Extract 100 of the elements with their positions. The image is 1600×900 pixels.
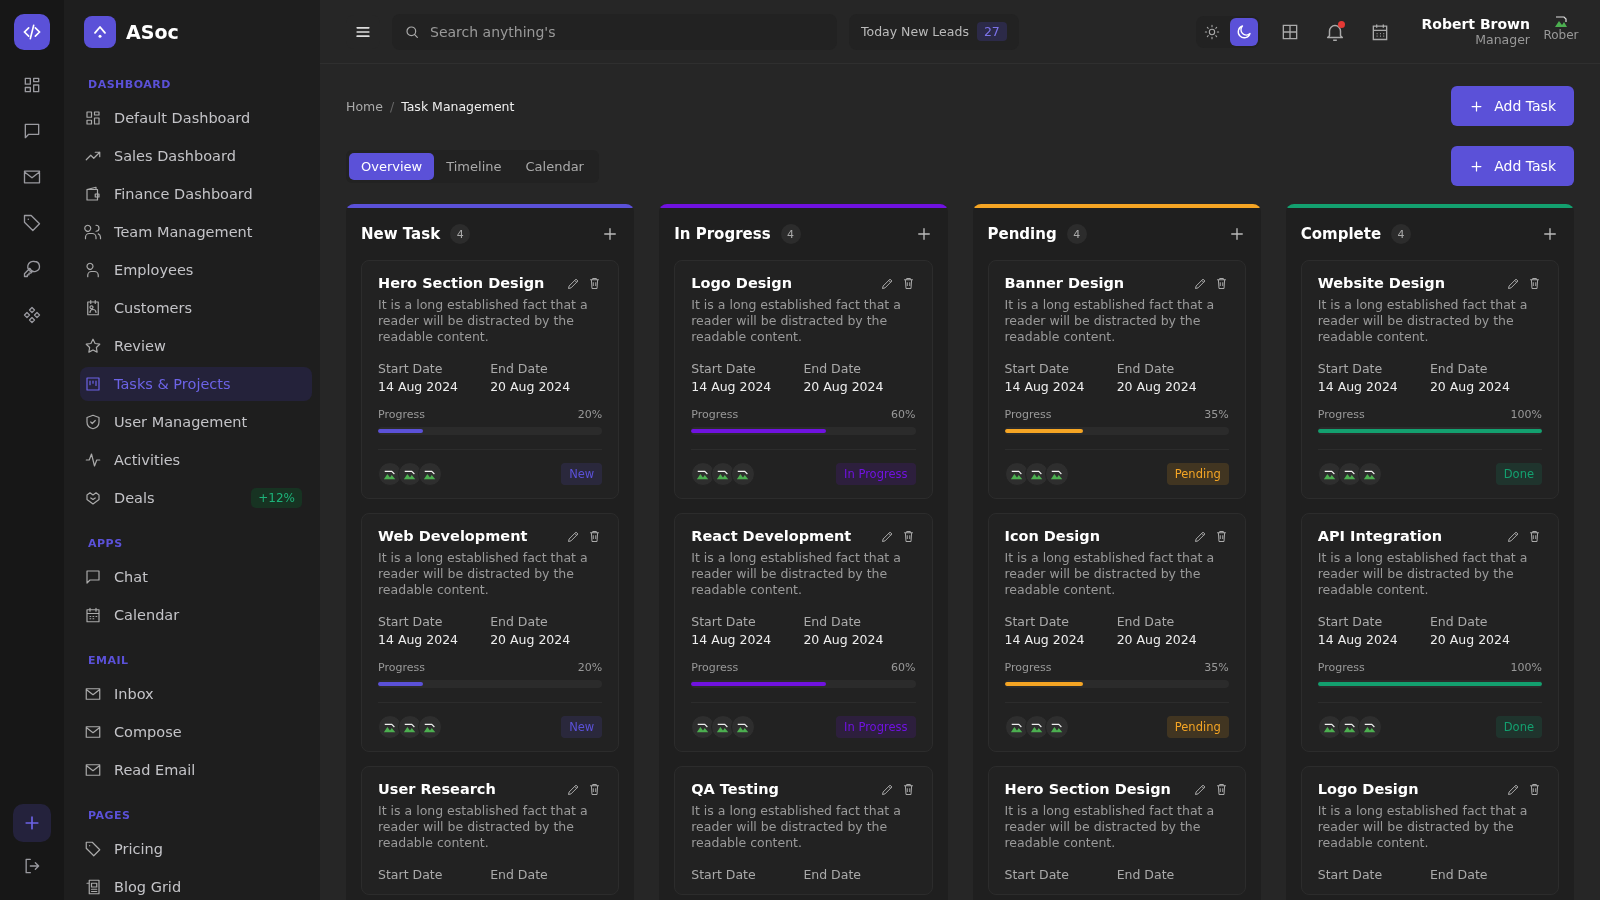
sidebar-item[interactable]: Calendar <box>80 598 312 632</box>
date-label: Start Date <box>1317 361 1384 376</box>
breadcrumb-link[interactable]: Home <box>346 98 383 114</box>
trash-icon[interactable] <box>1527 781 1542 797</box>
add-task-button[interactable]: Add Task <box>1451 86 1574 126</box>
date-label: Start Date <box>1317 614 1384 629</box>
deals-badge: +12% <box>251 488 302 508</box>
date-value: 14 Aug 2024 <box>378 632 460 647</box>
leads-label: Today New Leads <box>861 24 969 39</box>
sidebar-item[interactable]: Blog Grid <box>80 870 312 900</box>
search-field[interactable]: Search anything's <box>392 13 837 50</box>
column-title: Pending <box>987 225 1057 243</box>
user-role: Manager <box>1475 32 1530 48</box>
date-label: End Date <box>490 867 549 882</box>
sidebar-item[interactable]: Finance Dashboard <box>80 177 312 211</box>
wallet-icon <box>84 185 102 203</box>
tab[interactable]: Calendar <box>513 152 596 180</box>
progress-label: Progress <box>1004 408 1052 421</box>
mail-icon <box>84 685 102 703</box>
date-value: 20 Aug 2024 <box>490 379 572 394</box>
progress-percent: 35% <box>1204 661 1229 674</box>
shield-icon <box>84 413 102 431</box>
date-label: End Date <box>803 614 862 629</box>
task-title: Icon Design <box>1004 528 1101 544</box>
sidebar-item[interactable]: Sales Dashboard <box>80 139 312 173</box>
progress-label: Progress <box>378 661 425 674</box>
star-icon <box>84 337 102 355</box>
code-logo-icon[interactable] <box>14 14 50 50</box>
dashboard-icon[interactable] <box>22 75 42 95</box>
task-title: API Integration <box>1317 528 1444 544</box>
document-icon <box>84 878 102 896</box>
user-name: Robert Brown <box>1421 15 1530 33</box>
sidebar-item[interactable]: Compose <box>80 715 312 749</box>
date-label: End Date <box>1429 614 1489 629</box>
mail-icon <box>84 723 102 741</box>
date-label: Start Date <box>691 361 757 376</box>
task-description: It is a long established fact that a reader will be distracted by the readable content. <box>378 297 589 345</box>
date-value: 14 Aug 2024 <box>1004 632 1086 647</box>
section-title: PAGES <box>88 809 132 822</box>
status-badge: New <box>561 716 603 738</box>
progress-percent: 100% <box>1510 661 1542 674</box>
sidebar-item[interactable]: Read Email <box>80 753 312 787</box>
date-value: 14 Aug 2024 <box>691 379 773 394</box>
task-description: It is a long established fact that a reader will be distracted by the readable content. <box>1317 803 1529 851</box>
sidebar-item[interactable]: Pricing <box>80 832 312 866</box>
sidebar-item[interactable]: User Management <box>80 405 312 439</box>
date-value: 20 Aug 2024 <box>1116 632 1198 647</box>
tag-icon[interactable] <box>22 213 42 233</box>
users-icon <box>84 223 102 241</box>
date-label: Start Date <box>691 867 757 882</box>
avatar <box>418 715 442 739</box>
progress-percent: 20% <box>577 408 603 421</box>
brand-logo-icon <box>84 16 116 48</box>
chat-icon[interactable] <box>22 121 42 141</box>
avatar <box>731 715 756 739</box>
status-badge: New <box>561 463 603 485</box>
add-task-button[interactable]: Add Task <box>1451 146 1574 186</box>
apps-icon[interactable] <box>22 305 42 325</box>
add-icon[interactable] <box>13 804 51 842</box>
date-value: 14 Aug 2024 <box>378 379 460 394</box>
avatar <box>1024 462 1049 486</box>
sidebar-item[interactable]: Team Management <box>80 215 312 249</box>
date-value: 14 Aug 2024 <box>1004 379 1086 394</box>
avatar <box>1317 462 1342 486</box>
trash-icon[interactable] <box>1527 528 1542 544</box>
status-badge: Done <box>1495 716 1542 738</box>
tab[interactable]: Overview <box>349 152 435 180</box>
progress-label: Progress <box>1317 408 1365 421</box>
sidebar-item[interactable]: Deals +12% <box>80 481 312 515</box>
task-description: It is a long established fact that a reader will be distracted by the readable content. <box>1004 297 1216 345</box>
task-title: Logo Design <box>1317 781 1420 797</box>
column-count: 4 <box>780 224 801 244</box>
status-badge: In Progress <box>836 463 916 485</box>
sidebar-item[interactable]: Chat <box>80 560 312 594</box>
sidebar-item[interactable]: Employees <box>80 253 312 287</box>
date-label: Start Date <box>378 867 444 882</box>
trash-icon[interactable] <box>1527 275 1542 291</box>
moon-icon[interactable] <box>1229 17 1258 46</box>
key-icon[interactable] <box>22 259 42 279</box>
task-title: Hero Section Design <box>1004 781 1172 797</box>
task-title: Website Design <box>1317 275 1447 291</box>
add-icon[interactable] <box>1541 225 1559 243</box>
breadcrumb-link[interactable]: Task Management <box>401 98 515 114</box>
sidebar-item[interactable]: Inbox <box>80 677 312 711</box>
sidebar-item[interactable]: Activities <box>80 443 312 477</box>
task-description: It is a long established fact that a reader will be distracted by the readable content. <box>1004 550 1216 598</box>
date-label: End Date <box>1116 867 1176 882</box>
date-label: End Date <box>1429 361 1489 376</box>
date-label: End Date <box>490 614 549 629</box>
date-value: 14 Aug 2024 <box>1317 379 1399 394</box>
sidebar-item[interactable]: Customers <box>80 291 312 325</box>
chat-icon <box>84 568 102 586</box>
avatar <box>378 462 402 486</box>
sidebar-item[interactable]: Review <box>80 329 312 363</box>
date-label: Start Date <box>1317 867 1384 882</box>
date-label: Start Date <box>1004 867 1070 882</box>
tag-icon <box>84 840 102 858</box>
tab[interactable]: Timeline <box>434 152 514 180</box>
sidebar-item[interactable]: Default Dashboard <box>80 101 312 135</box>
date-value: 20 Aug 2024 <box>490 632 572 647</box>
